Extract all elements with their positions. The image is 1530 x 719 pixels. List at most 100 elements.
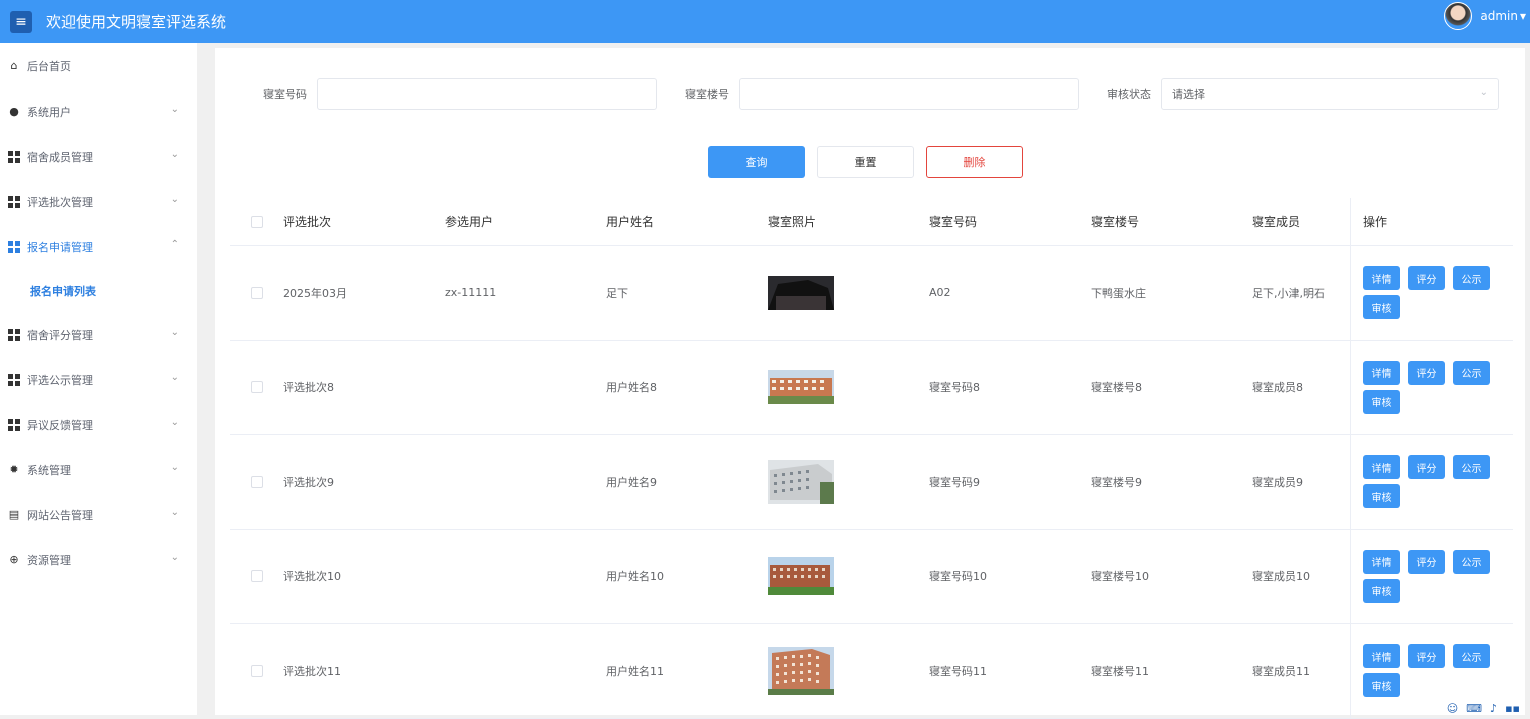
column-header: 寝室号码 [929,213,1091,230]
detail-button[interactable]: 详情 [1363,266,1400,290]
batch-cell: 评选批次11 [283,663,445,679]
dorm-no-cell: A02 [929,286,1091,299]
grid-icon [8,374,20,386]
publish-button[interactable]: 公示 [1453,361,1490,385]
building-cell: 寝室楼号11 [1091,663,1252,679]
dorm-no-label: 寝室号码 [263,86,317,102]
sidebar-item-system[interactable]: ✹ 系统管理 ⌄ [0,447,197,492]
keyboard-icon[interactable]: ⌨ [1466,702,1482,715]
status-select[interactable]: 请选择 ⌄ [1161,78,1499,110]
name-cell: 足下 [606,285,768,301]
dorm-no-cell: 寝室号码10 [929,568,1091,584]
detail-button[interactable]: 详情 [1363,550,1400,574]
query-button[interactable]: 查询 [708,146,805,178]
sidebar-item-home[interactable]: ⌂ 后台首页 [0,43,197,89]
score-button[interactable]: 评分 [1408,361,1445,385]
row-checkbox[interactable] [251,476,263,488]
grid-icon[interactable]: ▪▪ [1505,702,1520,715]
sidebar-item-label: 宿舍评分管理 [27,327,93,343]
sidebar-item-dorm-members[interactable]: 宿舍成员管理 ⌄ [0,134,197,179]
detail-button[interactable]: 详情 [1363,644,1400,668]
chevron-down-icon: ⌄ [171,194,179,205]
publish-button[interactable]: 公示 [1453,455,1490,479]
sidebar-item-label: 后台首页 [27,58,71,74]
hamburger-menu-icon[interactable]: ≡ [10,11,32,33]
name-cell: 用户姓名8 [606,379,768,395]
sidebar-item-scores[interactable]: 宿舍评分管理 ⌄ [0,312,197,357]
table-row: 评选批次9 用户姓名9 寝室号码9 寝室楼号9 寝室成员9 详情 评分 公示 审… [230,435,1513,530]
dorm-photo[interactable] [768,647,834,695]
row-checkbox[interactable] [251,287,263,299]
review-button[interactable]: 审核 [1363,579,1400,603]
column-header: 寝室成员 [1252,213,1352,230]
mic-icon[interactable]: ♪ [1490,702,1497,715]
review-button[interactable]: 审核 [1363,673,1400,697]
building-cell: 寝室楼号8 [1091,379,1252,395]
avatar[interactable] [1444,2,1472,30]
members-cell: 寝室成员8 [1252,379,1352,395]
dorm-photo[interactable] [768,276,834,310]
table-header: 评选批次 参选用户 用户姓名 寝室照片 寝室号码 寝室楼号 寝室成员 操作 [230,198,1513,246]
sidebar-item-resources[interactable]: ⊕ 资源管理 ⌄ [0,537,197,582]
detail-button[interactable]: 详情 [1363,455,1400,479]
gear-icon: ✹ [8,464,20,476]
app-title: 欢迎使用文明寝室评选系统 [46,11,226,32]
plus-circle-icon: ⊕ [8,554,20,566]
delete-button[interactable]: 删除 [926,146,1023,178]
sidebar-item-system-users[interactable]: ● 系统用户 ⌄ [0,89,197,134]
column-header: 操作 [1350,198,1515,246]
members-cell: 寝室成员9 [1252,474,1352,490]
score-button[interactable]: 评分 [1408,266,1445,290]
sidebar-item-label: 系统管理 [27,462,71,478]
row-checkbox[interactable] [251,381,263,393]
building-cell: 下鸭蛋水庄 [1091,285,1252,301]
search-form: 寝室号码 寝室楼号 审核状态 请选择 ⌄ [263,78,1499,110]
members-cell: 寝室成员11 [1252,663,1352,679]
detail-button[interactable]: 详情 [1363,361,1400,385]
row-checkbox[interactable] [251,570,263,582]
dorm-photo[interactable] [768,557,834,595]
batch-cell: 评选批次8 [283,379,445,395]
grid-icon [8,151,20,163]
table-row: 评选批次11 用户姓名11 寝室号码11 寝室楼号11 寝室成员11 详情 评分… [230,624,1513,719]
row-checkbox[interactable] [251,665,263,677]
chevron-down-icon[interactable]: ▾ [1520,9,1526,23]
row-actions: 详情 评分 公示 审核 [1363,644,1513,697]
sidebar-item-publicity[interactable]: 评选公示管理 ⌄ [0,357,197,402]
sidebar-item-label: 异议反馈管理 [27,417,93,433]
sidebar-item-applications[interactable]: 报名申请管理 ⌃ [0,224,197,269]
sidebar-item-label: 资源管理 [27,552,71,568]
batch-cell: 评选批次10 [283,568,445,584]
select-all-checkbox[interactable] [251,216,263,228]
sidebar-subitem-application-list[interactable]: 报名申请列表 [0,269,197,312]
building-input[interactable] [739,78,1079,110]
action-buttons: 查询 重置 删除 [708,146,1023,178]
publish-button[interactable]: 公示 [1453,266,1490,290]
grid-icon [8,241,20,253]
batch-cell: 评选批次9 [283,474,445,490]
status-select-value: 请选择 [1172,86,1205,102]
sidebar-item-announcements[interactable]: ▤ 网站公告管理 ⌄ [0,492,197,537]
review-button[interactable]: 审核 [1363,295,1400,319]
score-button[interactable]: 评分 [1408,455,1445,479]
chevron-down-icon: ⌄ [171,552,179,563]
dorm-no-cell: 寝室号码8 [929,379,1091,395]
reset-button[interactable]: 重置 [817,146,914,178]
user-name[interactable]: admin [1480,9,1518,23]
publish-button[interactable]: 公示 [1453,644,1490,668]
sidebar-item-feedback[interactable]: 异议反馈管理 ⌄ [0,402,197,447]
user-menu[interactable]: admin ▾ [1444,2,1526,30]
score-button[interactable]: 评分 [1408,644,1445,668]
dorm-photo[interactable] [768,370,834,404]
dorm-no-cell: 寝室号码11 [929,663,1091,679]
review-button[interactable]: 审核 [1363,390,1400,414]
sidebar-item-label: 系统用户 [27,104,71,120]
score-button[interactable]: 评分 [1408,550,1445,574]
publish-button[interactable]: 公示 [1453,550,1490,574]
smile-icon[interactable]: ☺ [1447,702,1458,715]
review-button[interactable]: 审核 [1363,484,1400,508]
dorm-photo[interactable] [768,460,834,504]
main-content: 寝室号码 寝室楼号 审核状态 请选择 ⌄ 查询 重置 删除 评选批次 参选用户 … [215,48,1525,715]
sidebar-item-batches[interactable]: 评选批次管理 ⌄ [0,179,197,224]
dorm-no-input[interactable] [317,78,657,110]
